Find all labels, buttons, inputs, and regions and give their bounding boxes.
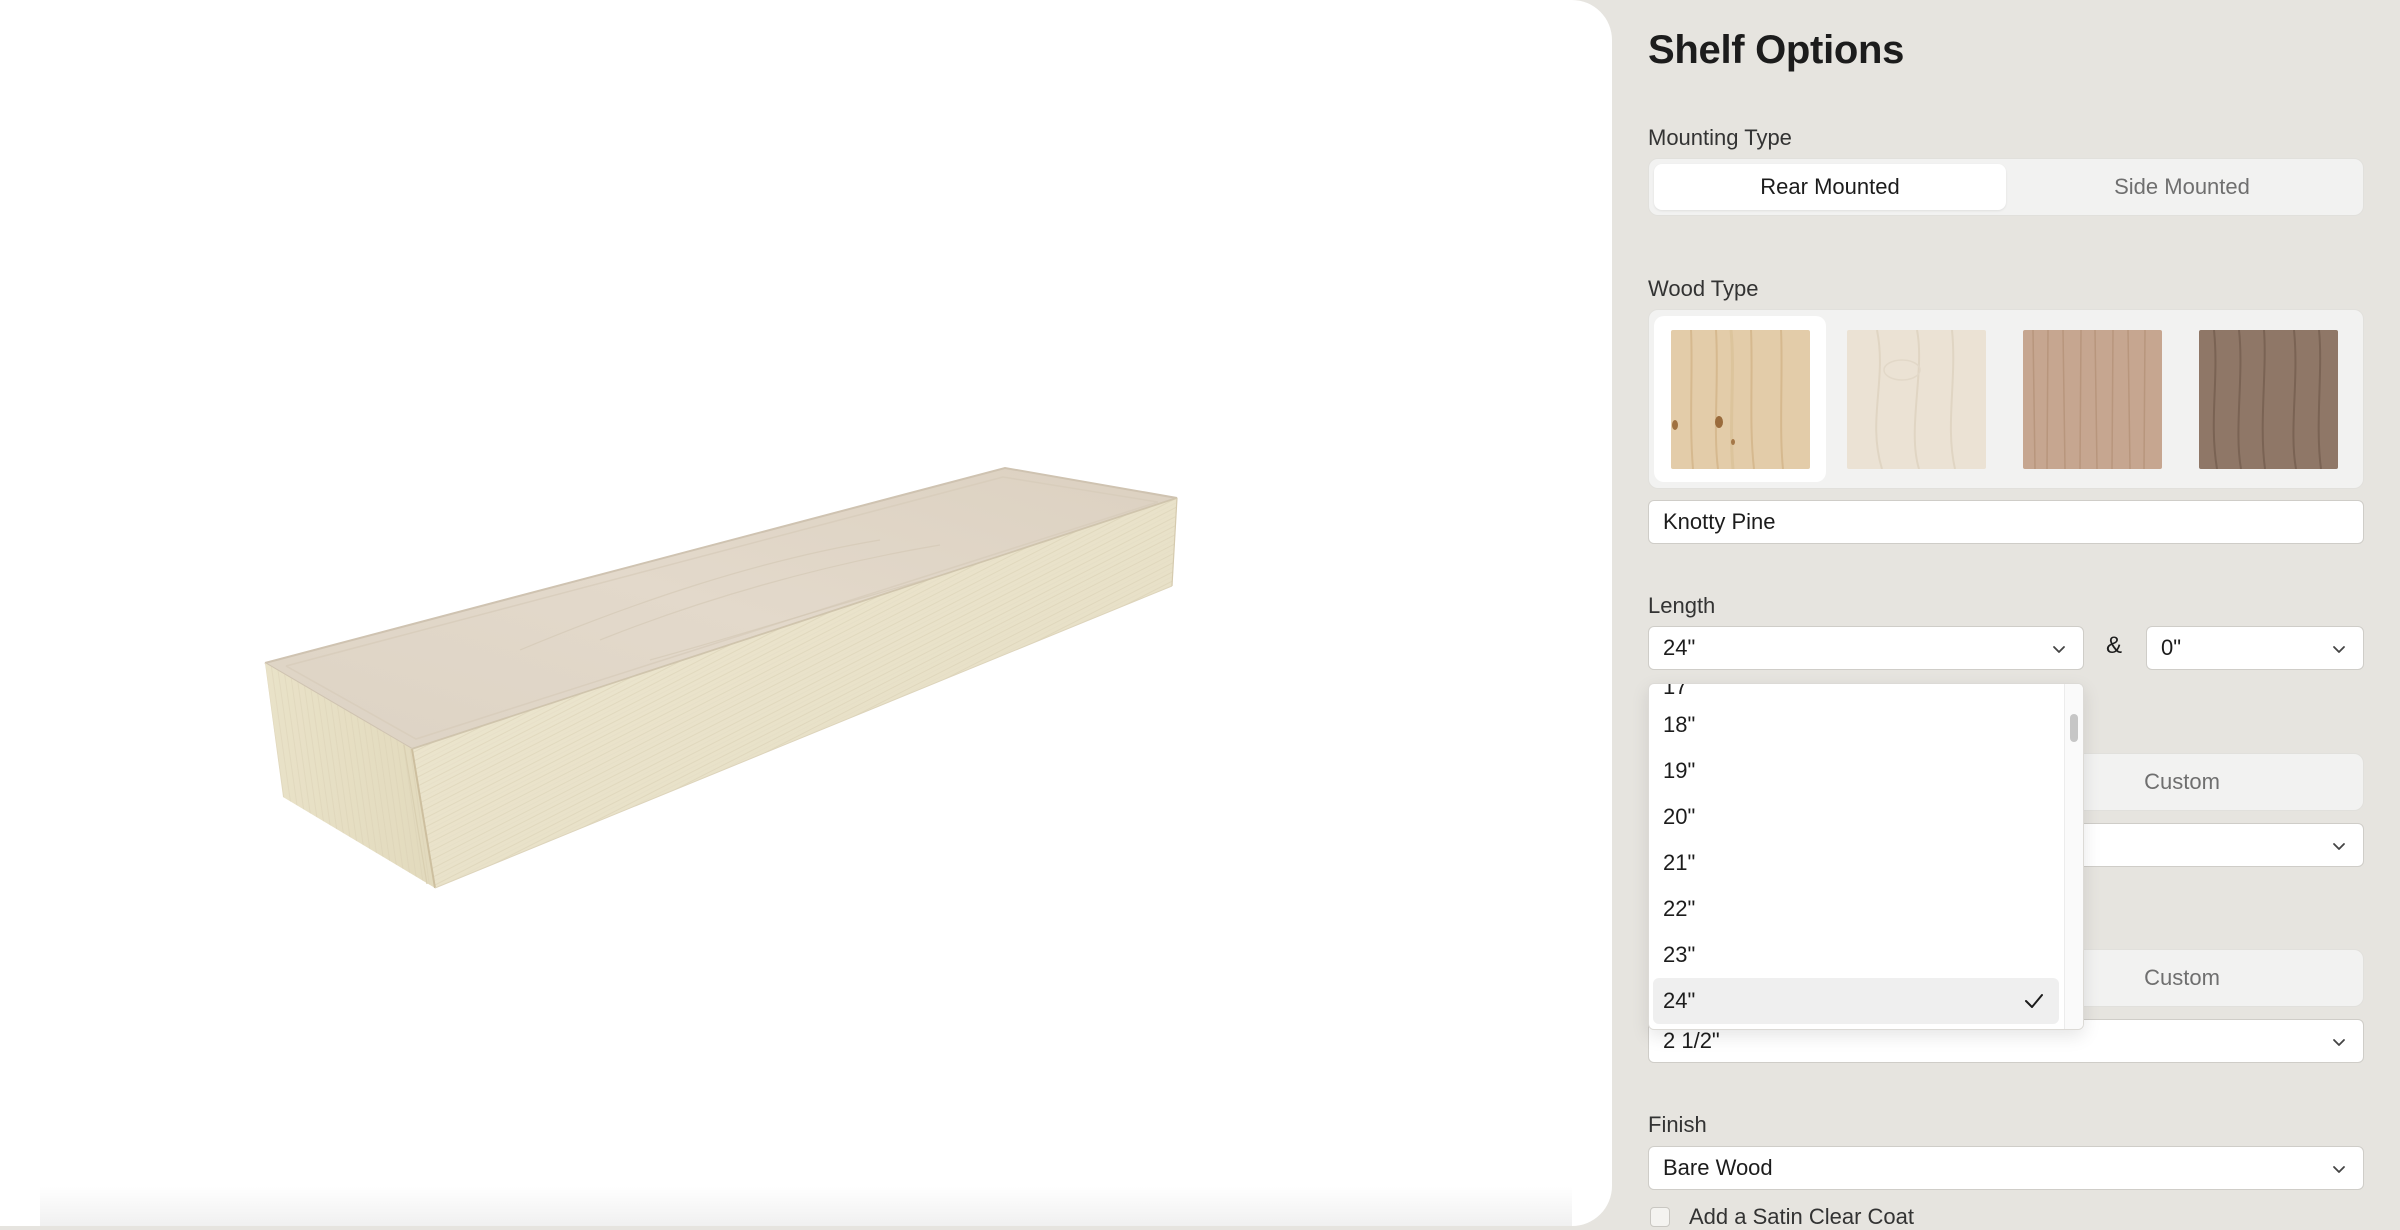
swatch-knotty-pine[interactable] — [1654, 316, 1826, 482]
dropdown-option[interactable]: 23" — [1653, 932, 2059, 978]
shelf-3d-model[interactable] — [0, 0, 1612, 1226]
chevron-down-icon — [2333, 646, 2345, 653]
rear-mounted-option[interactable]: Rear Mounted — [1654, 164, 2006, 210]
satin-clear-coat-checkbox[interactable] — [1650, 1207, 1670, 1227]
length-inches-select[interactable]: 24" — [1648, 626, 2084, 670]
checkmark-icon — [2025, 994, 2043, 1008]
side-mounted-option[interactable]: Side Mounted — [2006, 164, 2358, 210]
wood-type-label: Wood Type — [1648, 276, 1759, 301]
chevron-down-icon — [2333, 1039, 2345, 1046]
dropdown-option[interactable]: 21" — [1653, 840, 2059, 886]
swatch-walnut[interactable] — [2182, 316, 2354, 482]
thickness-select-value: 2 1/2" — [1663, 1028, 1720, 1053]
knotty-pine-image — [1670, 329, 1810, 469]
dropdown-option-label: 24" — [1663, 988, 1696, 1013]
dropdown-option-selected[interactable]: 24" — [1653, 978, 2059, 1024]
mounting-type-label: Mounting Type — [1648, 125, 1792, 150]
panel-title: Shelf Options — [1648, 28, 1905, 72]
walnut-image — [2198, 329, 2338, 469]
chevron-down-icon — [2333, 1166, 2345, 1173]
dropdown-option[interactable]: 19" — [1653, 748, 2059, 794]
length-label: Length — [1648, 593, 1716, 618]
chevron-down-icon — [2333, 843, 2345, 850]
swatch-medium-wood[interactable] — [2006, 316, 2178, 482]
chevron-down-icon — [2053, 646, 2065, 653]
wood-type-name: Knotty Pine — [1663, 509, 1776, 534]
dropdown-option[interactable]: 18" — [1653, 702, 2059, 748]
length-fraction-value: 0" — [2161, 635, 2182, 660]
finish-select-value: Bare Wood — [1663, 1155, 1773, 1180]
swatch-light-wood[interactable] — [1830, 316, 2002, 482]
light-wood-image — [1846, 329, 1986, 469]
finish-select[interactable]: Bare Wood — [1648, 1146, 2364, 1190]
dropdown-option[interactable]: 22" — [1653, 886, 2059, 932]
length-fraction-select[interactable]: 0" — [2146, 626, 2364, 670]
length-separator: & — [2106, 632, 2123, 659]
medium-wood-image — [2022, 329, 2162, 469]
viewer-bottom-shadow — [40, 1186, 1572, 1226]
dropdown-scrollbar[interactable] — [2064, 684, 2083, 1029]
satin-clear-coat-label[interactable]: Add a Satin Clear Coat — [1689, 1204, 1914, 1230]
length-inches-value: 24" — [1663, 635, 1696, 660]
finish-label: Finish — [1648, 1112, 1707, 1137]
wood-type-name-field: Knotty Pine — [1648, 500, 2364, 544]
3d-viewer[interactable] — [0, 0, 1612, 1226]
mounting-type-toggle: Rear Mounted Side Mounted — [1648, 158, 2364, 216]
length-dropdown-list[interactable]: 17" 18" 19" 20" 21" 22" 23" 24" — [1648, 683, 2084, 1030]
shelf-options-panel: Shelf Options Mounting Type Rear Mounted… — [1612, 0, 2400, 1229]
wood-type-swatches — [1648, 309, 2364, 489]
dropdown-scrollbar-thumb[interactable] — [2070, 714, 2078, 742]
dropdown-option[interactable]: 20" — [1653, 794, 2059, 840]
